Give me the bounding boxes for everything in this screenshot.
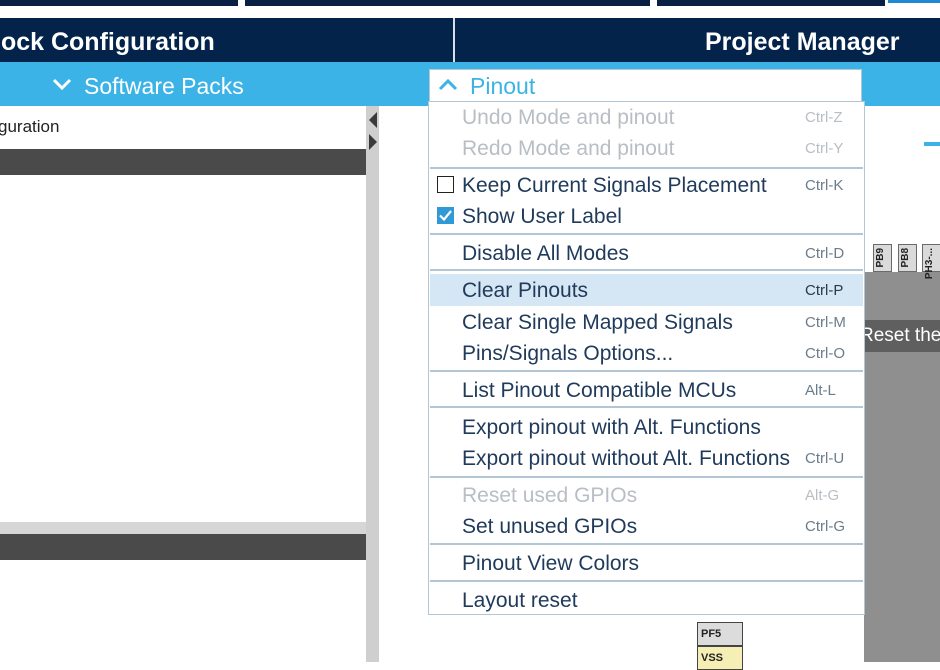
top-tab-2[interactable] <box>245 0 650 6</box>
shortcut-label: Ctrl-Y <box>805 140 844 157</box>
shortcut-label: Ctrl-Z <box>805 109 843 126</box>
menu-separator <box>430 167 863 169</box>
menu-item-layout-reset[interactable]: Layout reset <box>462 585 578 615</box>
shortcut-label: Alt-G <box>805 487 840 504</box>
menu-item-keep-signals[interactable]: Keep Current Signals Placement <box>462 170 767 200</box>
menu-separator <box>430 543 863 545</box>
menu-item-set-unused-gpios[interactable]: Set unused GPIOs <box>462 511 637 541</box>
panel-splitter[interactable] <box>366 106 379 662</box>
view-indicator <box>924 142 940 146</box>
top-tab-1[interactable] <box>0 0 238 6</box>
shortcut-label: Ctrl-D <box>805 245 845 262</box>
menu-item-clear-single-mapped[interactable]: Clear Single Mapped Signals <box>462 307 733 337</box>
menu-separator <box>430 406 863 408</box>
chevron-up-icon[interactable] <box>438 78 458 92</box>
shortcut-label: Ctrl-K <box>805 177 844 194</box>
panel-divider <box>0 522 366 534</box>
pin[interactable]: PH3-... <box>922 244 940 279</box>
pin[interactable]: PB9 <box>873 244 892 272</box>
top-tab-3[interactable] <box>657 0 885 6</box>
pinout-menu-label[interactable]: Pinout <box>470 69 535 102</box>
top-tab-active[interactable] <box>888 0 940 3</box>
menu-item-pins-signals-options[interactable]: Pins/Signals Options... <box>462 338 673 368</box>
chevron-down-icon[interactable] <box>52 77 72 91</box>
menu-item-undo[interactable]: Undo Mode and pinout <box>462 102 675 132</box>
menu-separator <box>430 269 863 271</box>
pin[interactable]: PF5 <box>697 622 743 646</box>
menu-item-export-with-alt[interactable]: Export pinout with Alt. Functions <box>462 412 761 442</box>
menu-separator <box>430 233 863 235</box>
menu-item-redo[interactable]: Redo Mode and pinout <box>462 133 675 163</box>
menu-item-show-user-label[interactable]: Show User Label <box>462 201 622 231</box>
software-packs-menu[interactable]: Software Packs <box>84 62 244 106</box>
shortcut-label: Ctrl-U <box>805 450 845 467</box>
left-panel <box>0 106 366 662</box>
show-user-label-checkbox[interactable] <box>437 207 454 224</box>
section-bar-2[interactable] <box>0 534 366 560</box>
tooltip: Reset the <box>854 320 940 352</box>
menu-item-export-without-alt[interactable]: Export pinout without Alt. Functions <box>462 443 790 473</box>
keep-signals-checkbox[interactable] <box>437 176 454 193</box>
shortcut-label: Ctrl-M <box>805 314 846 331</box>
menu-separator <box>430 580 863 582</box>
menu-item-reset-used-gpios[interactable]: Reset used GPIOs <box>462 480 637 510</box>
section-bar[interactable] <box>0 149 366 175</box>
menu-separator <box>430 370 863 372</box>
menu-item-list-compatible-mcus[interactable]: List Pinout Compatible MCUs <box>462 375 736 405</box>
tree-item-configuration[interactable]: guration <box>0 117 59 137</box>
shortcut-label: Alt-L <box>805 382 836 399</box>
shortcut-label: Ctrl-G <box>805 518 845 535</box>
pin[interactable]: PB8 <box>898 244 917 272</box>
menu-item-clear-pinouts[interactable]: Clear Pinouts <box>462 275 588 305</box>
menu-item-pinout-view-colors[interactable]: Pinout View Colors <box>462 548 639 578</box>
menu-item-disable-all-modes[interactable]: Disable All Modes <box>462 238 629 268</box>
shortcut-label: Ctrl-P <box>805 282 844 299</box>
tab-project-manager[interactable]: Project Manager <box>705 18 900 62</box>
menu-separator <box>430 476 863 478</box>
tab-divider <box>453 18 455 62</box>
pin[interactable]: VSS <box>697 646 743 670</box>
tab-clock-configuration[interactable]: lock Configuration <box>0 18 215 62</box>
collapse-panel-icon[interactable] <box>366 108 379 154</box>
shortcut-label: Ctrl-O <box>805 345 845 362</box>
